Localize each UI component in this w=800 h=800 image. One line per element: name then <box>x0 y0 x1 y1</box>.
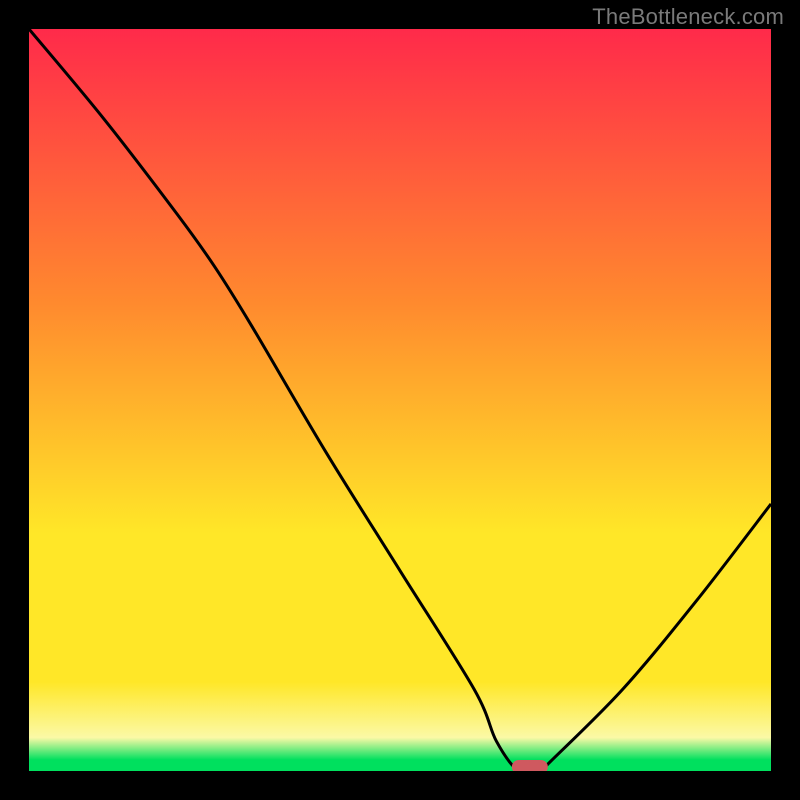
outer-frame: TheBottleneck.com <box>0 0 800 800</box>
optimal-marker <box>512 760 548 771</box>
watermark-text: TheBottleneck.com <box>592 4 784 30</box>
bottleneck-chart <box>29 29 771 771</box>
gradient-background <box>29 29 771 771</box>
